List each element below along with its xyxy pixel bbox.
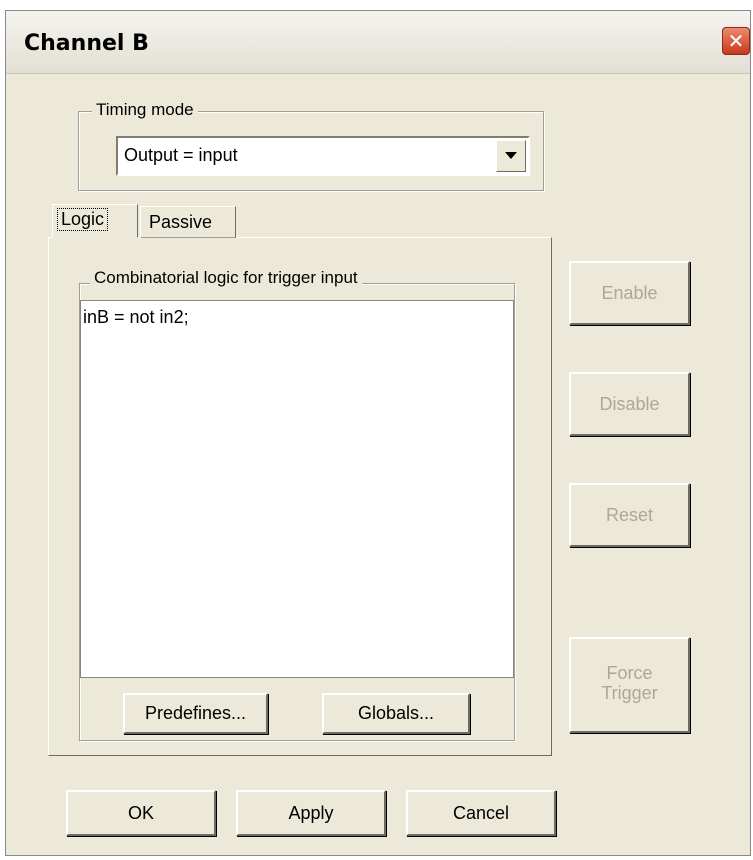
reset-button-label: Reset [605,505,654,525]
logic-code-text: inB = not in2; [83,307,189,327]
globals-button-label: Globals... [357,703,435,723]
tab-logic-label: Logic [57,208,109,231]
ok-button[interactable]: OK [66,790,216,836]
title-bar[interactable]: Channel B ✕ [6,11,750,74]
enable-button[interactable]: Enable [569,261,690,325]
timing-mode-value: Output = input [124,145,238,165]
globals-button[interactable]: Globals... [322,693,470,734]
cancel-button[interactable]: Cancel [406,790,556,836]
apply-button-label: Apply [288,803,334,823]
logic-code-editor[interactable]: inB = not in2; [80,300,514,678]
close-button[interactable]: ✕ [722,27,750,55]
disable-button-label: Disable [599,394,660,414]
dropdown-button[interactable] [496,140,526,172]
close-icon: ✕ [727,29,745,53]
timing-mode-select[interactable]: Output = input [116,136,530,176]
ok-button-label: OK [127,803,154,823]
apply-button[interactable]: Apply [236,790,386,836]
cancel-button-label: Cancel [452,803,510,823]
tab-logic[interactable]: Logic [52,204,138,238]
force-trigger-label-line1: Force [606,663,653,683]
reset-button[interactable]: Reset [569,483,690,547]
chevron-down-icon [505,152,517,159]
enable-button-label: Enable [601,283,658,303]
tab-passive-label: Passive [149,212,213,232]
window-title: Channel B [24,31,149,56]
force-trigger-label-line2: Trigger [601,683,658,703]
force-trigger-button[interactable]: Force Trigger [569,637,690,733]
tab-passive[interactable]: Passive [140,206,236,238]
predefines-button[interactable]: Predefines... [123,693,268,734]
disable-button[interactable]: Disable [569,372,690,436]
predefines-button-label: Predefines... [144,703,247,723]
logic-group-label: Combinatorial logic for trigger input [90,268,362,288]
timing-mode-label: Timing mode [92,100,198,120]
